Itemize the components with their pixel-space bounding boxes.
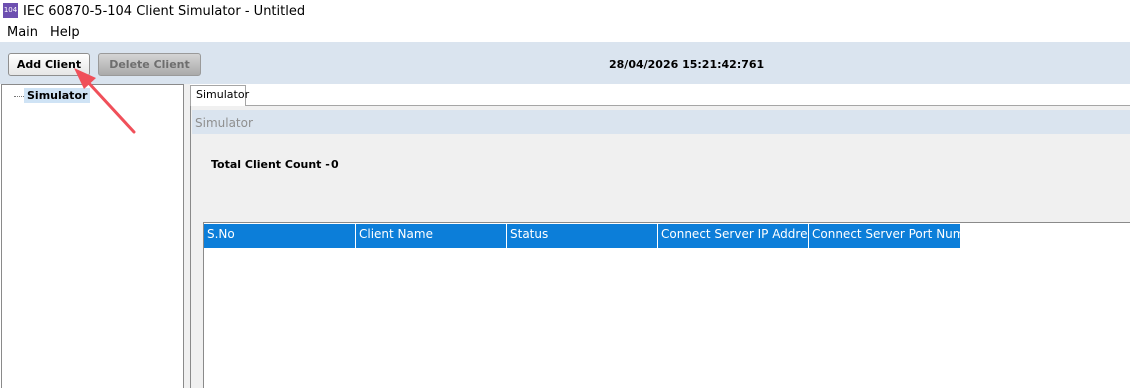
menu-help[interactable]: Help [50,25,80,40]
client-count-value: 0 [331,158,339,171]
panel-header [192,110,1130,134]
column-header-server-ip[interactable]: Connect Server IP Address [658,224,809,248]
window-title: IEC 60870-5-104 Client Simulator - Untit… [23,4,306,19]
client-count-label: Total Client Count - [211,158,330,171]
tab-strip [190,84,1130,106]
delete-client-button[interactable]: Delete Client [98,53,201,76]
column-header-server-port[interactable]: Connect Server Port Numb [809,224,960,248]
tree-connector [14,96,24,97]
column-header-client-name[interactable]: Client Name [356,224,507,248]
column-header-status[interactable]: Status [507,224,658,248]
panel-title: Simulator [195,116,253,130]
menu-main[interactable]: Main [7,25,38,40]
tree-panel [1,84,184,388]
toolbar: Add Client Delete Client 28/04/2026 15:2… [0,42,1130,84]
column-header-sno[interactable]: S.No [204,224,356,248]
tree-node-simulator[interactable]: Simulator [24,88,91,103]
menu-bar: Main Help [0,22,1130,42]
datetime-display: 28/04/2026 15:21:42:761 [609,58,765,71]
app-icon: 104 [3,3,18,18]
add-client-button[interactable]: Add Client [8,53,90,76]
tab-simulator[interactable]: Simulator [190,85,249,106]
